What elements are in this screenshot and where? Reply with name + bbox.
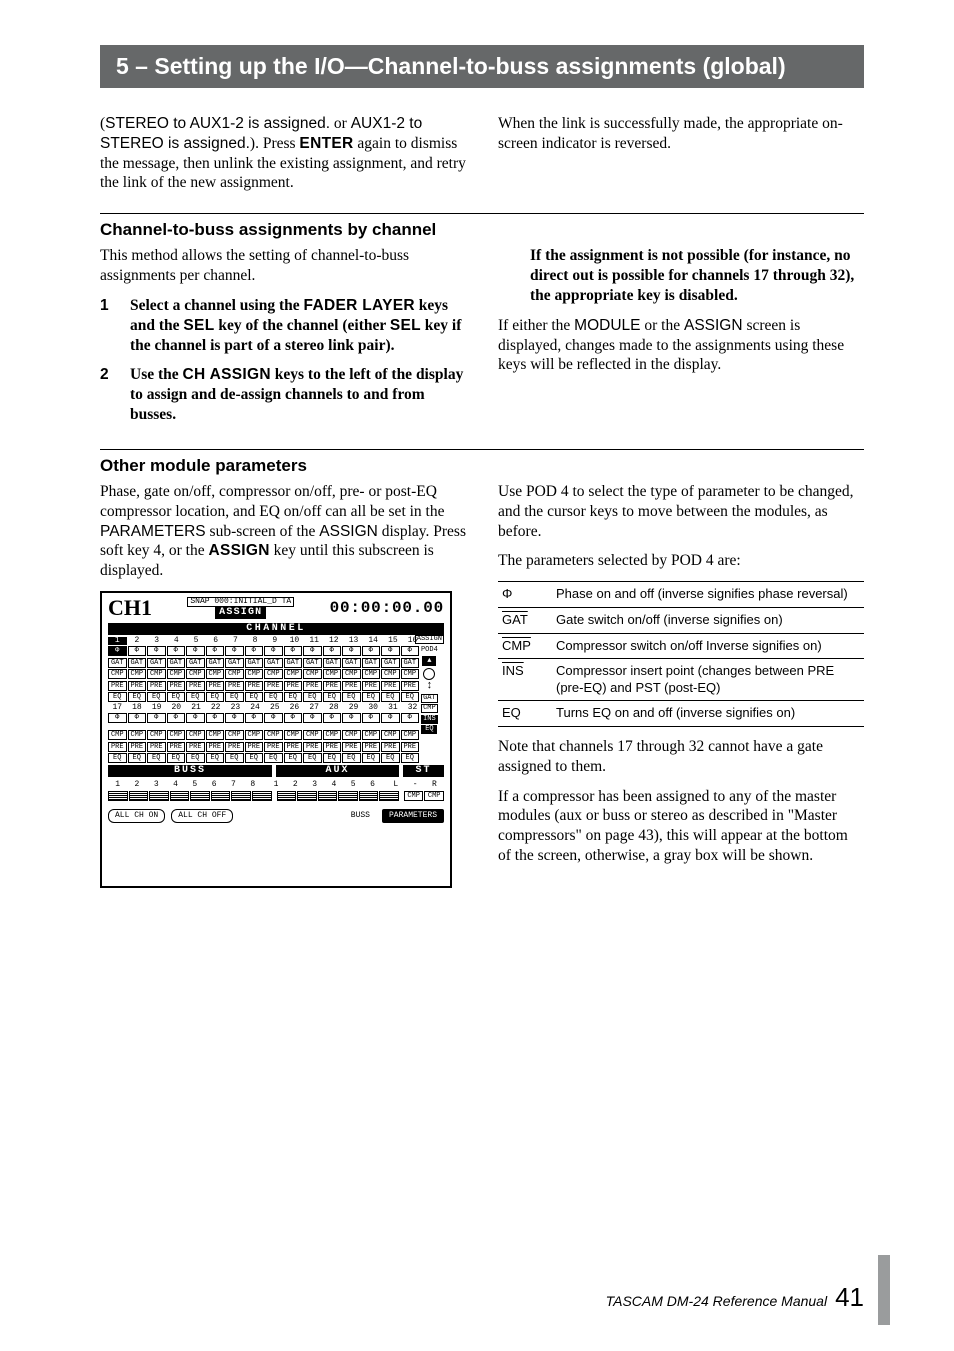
step-text: Select a channel using the FADER LAYER k… bbox=[130, 296, 466, 355]
param-code: Φ bbox=[498, 582, 552, 608]
chapter-header: 5 – Setting up the I/O—Channel-to-buss a… bbox=[100, 45, 864, 88]
fig-aux-label: AUX bbox=[276, 765, 399, 777]
param-code: INS bbox=[498, 659, 552, 701]
param-code: CMP bbox=[498, 633, 552, 659]
param-table: ΦPhase on and off (inverse signifies pha… bbox=[498, 581, 864, 727]
fig-st-label: ST bbox=[403, 765, 444, 777]
section2-body: Phase, gate on/off, compressor on/off, p… bbox=[100, 482, 864, 888]
param-code: GAT bbox=[498, 607, 552, 633]
param-desc: Compressor insert point (changes between… bbox=[552, 659, 864, 701]
section1-intro: This method allows the setting of channe… bbox=[100, 246, 466, 286]
param-desc: Compressor switch on/off Inverse signifi… bbox=[552, 633, 864, 659]
fig-timecode: 00:00:00.00 bbox=[330, 600, 444, 616]
section2-right-p3: Note that channels 17 through 32 cannot … bbox=[498, 737, 864, 777]
table-row: CMPCompressor switch on/off Inverse sign… bbox=[498, 633, 864, 659]
fig-softbtn: ALL CH OFF bbox=[171, 809, 233, 823]
assign-screen-figure: CH1 SNAP 000:INITIAL_D TA ASSIGN 00:00:0… bbox=[100, 591, 452, 888]
step-number: 1 bbox=[100, 296, 112, 355]
section1-body: This method allows the setting of channe… bbox=[100, 246, 864, 435]
table-row: ΦPhase on and off (inverse signifies pha… bbox=[498, 582, 864, 608]
step-text: Use the CH ASSIGN keys to the left of th… bbox=[130, 365, 466, 424]
param-desc: Phase on and off (inverse signifies phas… bbox=[552, 582, 864, 608]
step-1: 1 Select a channel using the FADER LAYER… bbox=[100, 296, 466, 355]
section2-right-p2: The parameters selected by POD 4 are: bbox=[498, 551, 864, 571]
fig-snap-label: SNAP 000:INITIAL_D TA bbox=[187, 597, 294, 607]
table-row: INSCompressor insert point (changes betw… bbox=[498, 659, 864, 701]
footer-page-number: 41 bbox=[835, 1282, 864, 1313]
footer-manual: TASCAM DM-24 Reference Manual bbox=[606, 1293, 827, 1309]
section2-left: Phase, gate on/off, compressor on/off, p… bbox=[100, 482, 466, 888]
intro-columns: (STEREO to AUX1-2 is assigned. or AUX1-2… bbox=[100, 114, 864, 193]
section2-left-p1: Phase, gate on/off, compressor on/off, p… bbox=[100, 482, 466, 581]
fig-softbtn: BUSS bbox=[345, 810, 376, 822]
divider bbox=[100, 213, 864, 214]
fig-buss-label: BUSS bbox=[108, 765, 272, 777]
step-2: 2 Use the CH ASSIGN keys to the left of … bbox=[100, 365, 466, 424]
fig-channel-bar: CHANNEL bbox=[108, 623, 444, 635]
param-desc: Gate switch on/off (inverse signifies on… bbox=[552, 607, 864, 633]
footer-tab bbox=[878, 1255, 890, 1325]
fig-mode-label: ASSIGN bbox=[215, 607, 266, 619]
param-code: EQ bbox=[498, 701, 552, 727]
section2-heading: Other module parameters bbox=[100, 456, 864, 476]
intro-left: (STEREO to AUX1-2 is assigned. or AUX1-2… bbox=[100, 114, 466, 193]
section1-heading: Channel-to-buss assignments by channel bbox=[100, 220, 864, 240]
table-row: GATGate switch on/off (inverse signifies… bbox=[498, 607, 864, 633]
table-row: EQTurns EQ on and off (inverse signifies… bbox=[498, 701, 864, 727]
intro-right: When the link is successfully made, the … bbox=[498, 114, 864, 193]
section1-left: This method allows the setting of channe… bbox=[100, 246, 466, 435]
fig-softbtn: ALL CH ON bbox=[108, 809, 165, 823]
section2-right-p4: If a compressor has been assigned to any… bbox=[498, 787, 864, 866]
step-number: 2 bbox=[100, 365, 112, 424]
section1-right-body: If either the MODULE or the ASSIGN scree… bbox=[498, 316, 864, 375]
warning-text: If the assignment is not possible (for i… bbox=[530, 246, 864, 305]
divider bbox=[100, 449, 864, 450]
page-footer: TASCAM DM-24 Reference Manual 41 bbox=[606, 1282, 864, 1313]
section1-right: If the assignment is not possible (for i… bbox=[498, 246, 864, 435]
param-desc: Turns EQ on and off (inverse signifies o… bbox=[552, 701, 864, 727]
section2-right: Use POD 4 to select the type of paramete… bbox=[498, 482, 864, 888]
fig-channel-label: CH1 bbox=[108, 597, 152, 619]
fig-softbtn: PARAMETERS bbox=[382, 809, 444, 823]
section2-right-p1: Use POD 4 to select the type of paramete… bbox=[498, 482, 864, 541]
